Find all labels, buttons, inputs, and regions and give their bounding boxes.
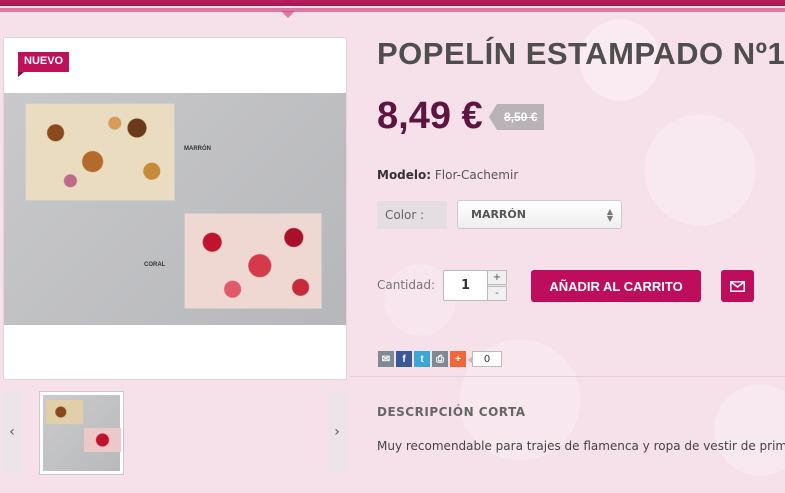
thumbnail-swatch-marron — [46, 400, 83, 424]
top-bar — [0, 0, 785, 6]
product-photo[interactable]: MARRÓN CORAL — [4, 93, 346, 325]
add-to-cart-button[interactable]: AÑADIR AL CARRITO — [531, 270, 701, 302]
chevron-left-icon: ‹ — [9, 424, 15, 440]
share-count: 0 — [468, 351, 502, 367]
share-bar: ✉ f t ⎙ + 0 — [378, 351, 502, 367]
short-description-text: Muy recomendable para trajes de flamenca… — [377, 439, 785, 453]
thumbnail-prev-button[interactable]: ‹ — [2, 391, 22, 473]
quantity-input[interactable]: 1 — [443, 270, 488, 301]
color-label: Color : — [377, 201, 447, 229]
color-select-value: MARRÓN — [471, 208, 526, 221]
short-description-title: DESCRIPCIÓN CORTA — [377, 405, 526, 419]
old-price-tag: 8,50 € — [488, 104, 545, 130]
quantity-label: Cantidad: — [377, 278, 436, 292]
print-icon[interactable]: ⎙ — [432, 351, 448, 367]
fabric-swatch-coral — [184, 213, 322, 309]
fabric-swatch-marron — [25, 103, 175, 201]
send-to-friend-button[interactable] — [721, 270, 754, 302]
swatch-label-coral: CORAL — [144, 262, 166, 268]
thumbnail-swatch-coral — [84, 428, 121, 452]
thumbnail-image — [43, 395, 121, 471]
quantity-increase-button[interactable]: + — [487, 270, 507, 285]
chevron-right-icon: › — [334, 424, 340, 440]
product-title: POPELÍN ESTAMPADO Nº1 — [377, 36, 785, 71]
twitter-icon[interactable]: t — [414, 351, 430, 367]
email-icon[interactable]: ✉ — [378, 351, 394, 367]
color-select[interactable]: MARRÓN ▲ ▼ — [457, 200, 622, 229]
swatch-label-marron: MARRÓN — [184, 146, 211, 152]
model-value: Flor-Cachemir — [434, 168, 519, 182]
envelope-icon — [730, 280, 745, 292]
facebook-icon[interactable]: f — [396, 351, 412, 367]
product-price: 8,49 € — [377, 95, 483, 137]
thumbnail-item[interactable] — [39, 391, 124, 475]
product-image-panel[interactable]: NUEVO MARRÓN CORAL — [3, 37, 347, 380]
section-divider — [350, 376, 785, 377]
quantity-decrease-button[interactable]: - — [487, 286, 507, 301]
top-bar-accent — [0, 8, 785, 12]
menu-pointer — [281, 11, 295, 18]
model-label: Modelo: — [377, 168, 432, 182]
product-model: Modelo: Flor-Cachemir — [377, 168, 518, 182]
select-arrows-icon: ▲ ▼ — [606, 207, 613, 223]
addthis-icon[interactable]: + — [450, 351, 466, 367]
new-badge: NUEVO — [18, 52, 70, 77]
thumbnail-next-button[interactable]: › — [327, 391, 347, 473]
